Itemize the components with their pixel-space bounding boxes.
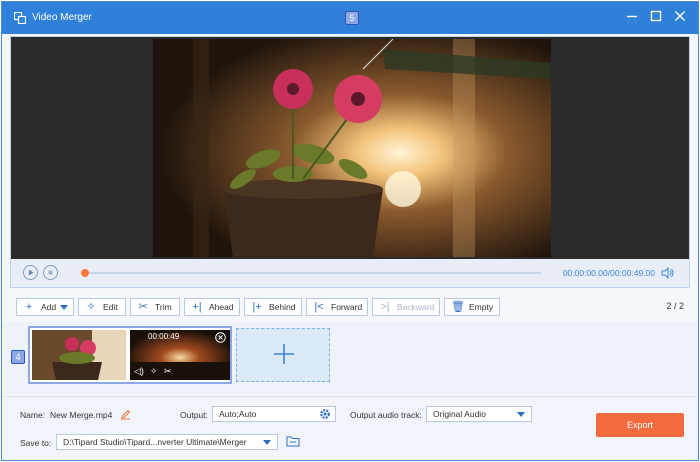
clip-audio-icon[interactable]: ◁): [134, 366, 144, 377]
callout-badge-4: 4: [11, 350, 25, 364]
stop-button[interactable]: [43, 265, 58, 280]
settings-gear-icon[interactable]: [319, 408, 331, 420]
ahead-button[interactable]: +| Ahead: [184, 298, 240, 316]
maximize-icon: [650, 10, 662, 22]
flower-pot-video-image: [153, 39, 551, 257]
progress-bar[interactable]: [81, 269, 541, 277]
add-label: Add: [41, 302, 57, 312]
behind-icon: |+: [252, 301, 262, 313]
folder-icon[interactable]: [286, 435, 300, 447]
total-time: 00:00:49.00: [610, 268, 655, 278]
chevron-down-icon: [517, 412, 525, 417]
time-readout: 00:00:00.00/00:00:49.00: [562, 268, 655, 278]
forward-button[interactable]: |< Forward: [306, 298, 368, 316]
minimize-button[interactable]: [624, 10, 640, 26]
video-preview: 00:00:00.00/00:00:49.00: [10, 36, 690, 288]
clip-thumbnail-2[interactable]: 00:00:49 ◁) ✧ ✂: [130, 330, 230, 380]
save-to-label: Save to:: [20, 438, 52, 448]
window-title: Video Merger: [32, 12, 92, 23]
output-format-value: Auto;Auto: [219, 409, 257, 419]
player-controls: 00:00:00.00/00:00:49.00: [11, 259, 689, 287]
chevron-down-icon: [60, 305, 68, 310]
add-clip-slot[interactable]: [236, 328, 330, 382]
video-merger-window: Video Merger 5 00:00:00.00/00:00:49.00 +…: [1, 1, 699, 461]
clip-timeline: 4 00:00:49 ◁) ✧ ✂: [2, 322, 698, 394]
ahead-icon: +|: [192, 301, 202, 313]
clip-trim-icon[interactable]: ✂: [164, 366, 172, 377]
volume-icon[interactable]: [661, 267, 675, 279]
edit-button[interactable]: ✧ Edit: [78, 298, 126, 316]
scissors-icon: ✂: [138, 301, 148, 313]
page-indicator: 2 / 2: [666, 301, 684, 311]
clip-1-image: [32, 330, 126, 380]
play-icon: [29, 269, 34, 276]
output-label: Output:: [180, 410, 208, 420]
video-frame[interactable]: [153, 39, 551, 257]
empty-button[interactable]: 🗑 Empty: [444, 298, 500, 316]
rename-pencil-icon[interactable]: [120, 409, 131, 420]
clip-edit-icon[interactable]: ✧: [150, 366, 158, 377]
magic-wand-icon: ✧: [86, 301, 96, 313]
clip-thumbnail-1[interactable]: [32, 330, 126, 380]
trim-button[interactable]: ✂ Trim: [130, 298, 180, 316]
audio-track-label: Output audio track:: [350, 410, 422, 420]
name-label: Name:: [20, 410, 46, 420]
close-button[interactable]: [672, 10, 688, 26]
play-button[interactable]: [23, 265, 38, 280]
callout-badge-5: 5: [345, 11, 359, 25]
plus-icon: +: [25, 301, 33, 313]
close-icon: [675, 11, 685, 21]
progress-thumb[interactable]: [81, 269, 89, 277]
output-settings-panel: Name: New Merge.mp4 Output: Auto;Auto Ou…: [2, 396, 698, 460]
stop-icon: [48, 270, 53, 275]
backward-icon: >|: [380, 301, 390, 313]
app-merge-icon: [14, 12, 26, 24]
clip-2-duration: 00:00:49: [148, 332, 180, 341]
remove-clip-icon[interactable]: [215, 332, 226, 343]
export-button[interactable]: Export: [596, 413, 684, 437]
maximize-button[interactable]: [648, 10, 664, 26]
save-path-value: D:\Tipard Studio\Tipard...nverter Ultima…: [63, 437, 247, 447]
ahead-label: Ahead: [209, 302, 234, 312]
save-path-select[interactable]: D:\Tipard Studio\Tipard...nverter Ultima…: [56, 434, 278, 450]
empty-label: Empty: [469, 302, 494, 312]
behind-button[interactable]: |+ Behind: [244, 298, 302, 316]
add-button[interactable]: + Add: [16, 298, 74, 316]
file-name: New Merge.mp4: [50, 410, 113, 420]
forward-label: Forward: [331, 302, 363, 312]
current-time: 00:00:00.00: [562, 268, 608, 278]
chevron-down-icon: [263, 440, 271, 445]
clip-toolbar: + Add ✧ Edit ✂ Trim +| Ahead |+ Behind |< Forw…: [2, 298, 698, 320]
title-bar: Video Merger 5: [2, 2, 698, 34]
minimize-icon: [627, 15, 637, 18]
audio-track-select[interactable]: Original Audio: [426, 406, 532, 422]
forward-icon: |<: [314, 301, 324, 313]
add-plus-icon: [274, 344, 294, 364]
clip-group: 00:00:49 ◁) ✧ ✂: [28, 326, 232, 384]
trash-icon: 🗑: [451, 301, 465, 313]
edit-label: Edit: [103, 302, 118, 312]
trim-label: Trim: [155, 302, 172, 312]
behind-label: Behind: [269, 302, 296, 312]
audio-track-value: Original Audio: [433, 409, 486, 419]
backward-label: Backward: [397, 302, 435, 312]
output-format-field[interactable]: Auto;Auto: [212, 406, 336, 422]
backward-button[interactable]: >| Backward: [372, 298, 440, 316]
